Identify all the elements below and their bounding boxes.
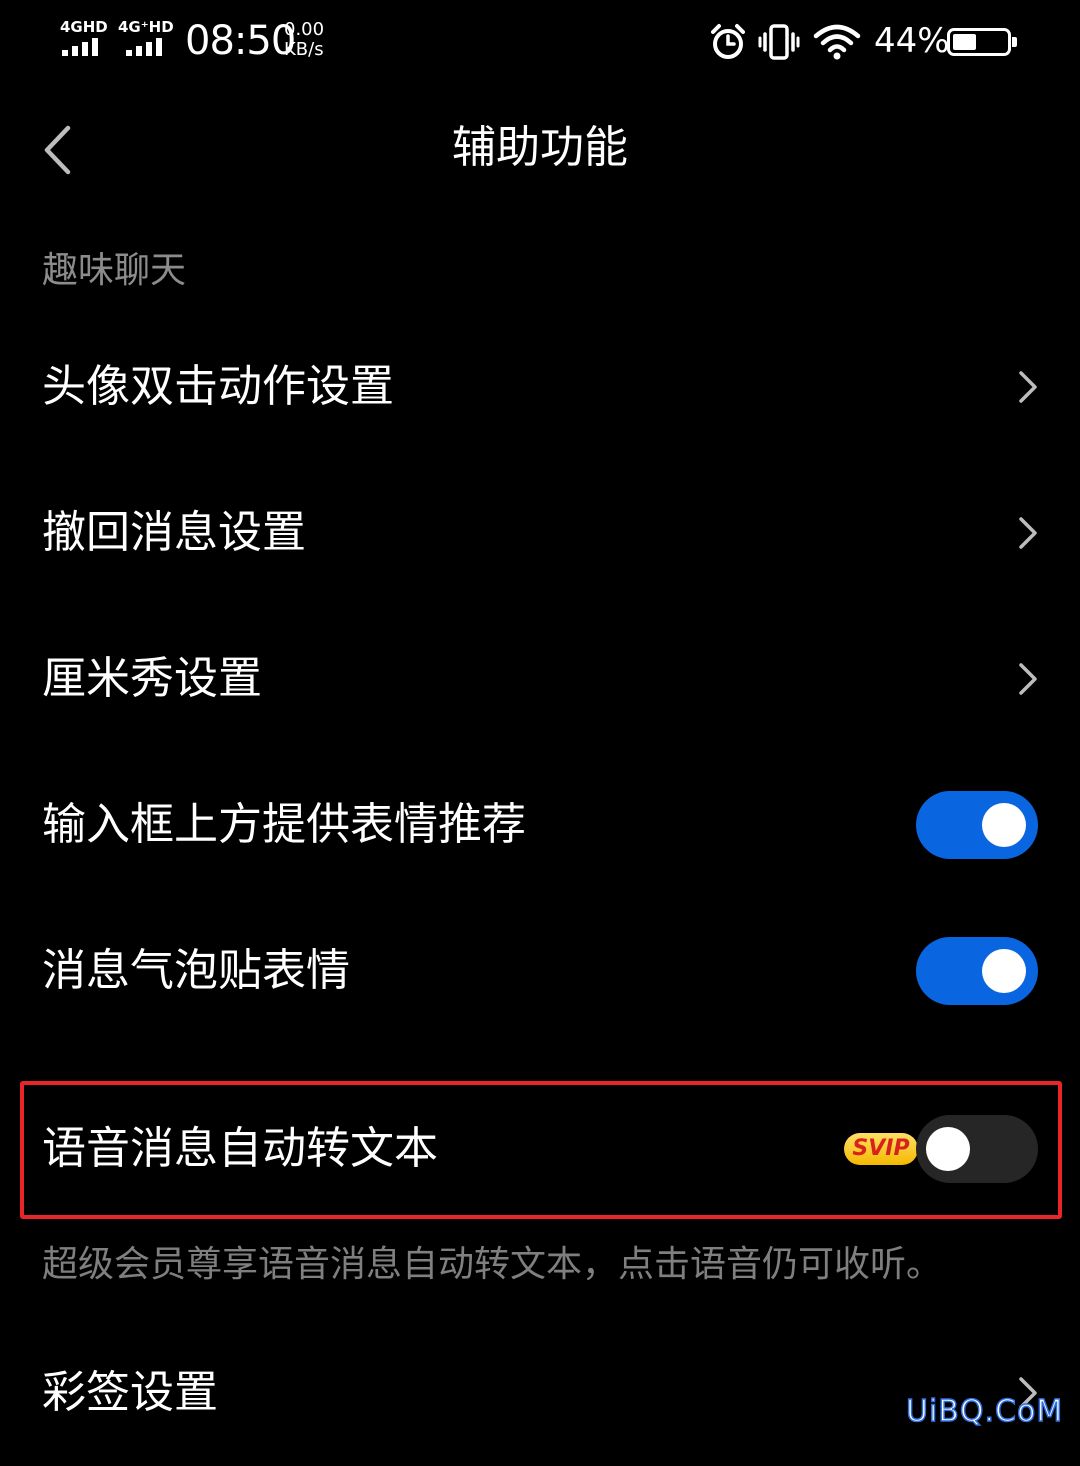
network-speed-unit: KB/s bbox=[284, 39, 324, 60]
chevron-right-icon bbox=[1019, 663, 1037, 695]
sim2-network-type: 4G⁺HD bbox=[118, 18, 174, 36]
setting-cmshow[interactable]: 厘米秀设置 bbox=[0, 606, 1080, 752]
battery-icon bbox=[947, 28, 1017, 56]
sim1-signal: 4GHD bbox=[60, 18, 110, 58]
battery-percent: 44% bbox=[874, 21, 950, 61]
status-bar: 4GHD 4G⁺HD 08:50 0.00 KB/s 44% bbox=[0, 0, 1080, 86]
setting-recall-message[interactable]: 撤回消息设置 bbox=[0, 460, 1080, 606]
alarm-icon bbox=[711, 24, 745, 59]
vibrate-icon bbox=[758, 24, 800, 60]
setting-label: 输入框上方提供表情推荐 bbox=[42, 799, 526, 850]
section-header: 趣味聊天 bbox=[42, 250, 187, 291]
setting-emoji-recommend: 输入框上方提供表情推荐 bbox=[0, 752, 1080, 898]
chevron-right-icon bbox=[1019, 517, 1037, 549]
wifi-icon bbox=[813, 24, 861, 60]
toggle-knob bbox=[926, 1127, 970, 1171]
battery-nub bbox=[1012, 37, 1017, 47]
emoji-recommend-toggle[interactable] bbox=[916, 791, 1038, 859]
setting-bubble-sticker: 消息气泡贴表情 bbox=[0, 898, 1080, 1044]
sim2-signal: 4G⁺HD bbox=[118, 18, 174, 58]
page-title: 辅助功能 bbox=[452, 122, 628, 173]
voice-to-text-toggle[interactable] bbox=[916, 1115, 1038, 1183]
setting-label: 厘米秀设置 bbox=[42, 653, 262, 704]
setting-label: 头像双击动作设置 bbox=[42, 361, 394, 412]
status-clock: 08:50 bbox=[185, 18, 296, 64]
setting-label: 撤回消息设置 bbox=[42, 507, 306, 558]
svip-badge: SVIP bbox=[844, 1133, 918, 1165]
setting-avatar-double-tap[interactable]: 头像双击动作设置 bbox=[0, 314, 1080, 460]
network-speed-value: 0.00 bbox=[284, 19, 325, 40]
battery-level-fill bbox=[953, 34, 976, 50]
toggle-knob bbox=[982, 803, 1026, 847]
chevron-right-icon bbox=[1019, 371, 1037, 403]
setting-label: 彩签设置 bbox=[42, 1367, 218, 1418]
setting-label: 消息气泡贴表情 bbox=[42, 945, 350, 996]
setting-label: 语音消息自动转文本 bbox=[42, 1123, 438, 1174]
toggle-knob bbox=[982, 949, 1026, 993]
sim1-network-type: 4GHD bbox=[60, 18, 108, 36]
setting-voice-to-text: 语音消息自动转文本 SVIP bbox=[0, 1076, 1080, 1222]
network-speed: 0.00 KB/s bbox=[284, 20, 328, 60]
watermark: UiBQ.CoM bbox=[905, 1393, 1064, 1430]
bubble-sticker-toggle[interactable] bbox=[916, 937, 1038, 1005]
voice-to-text-description: 超级会员尊享语音消息自动转文本，点击语音仍可收听。 bbox=[42, 1244, 943, 1285]
